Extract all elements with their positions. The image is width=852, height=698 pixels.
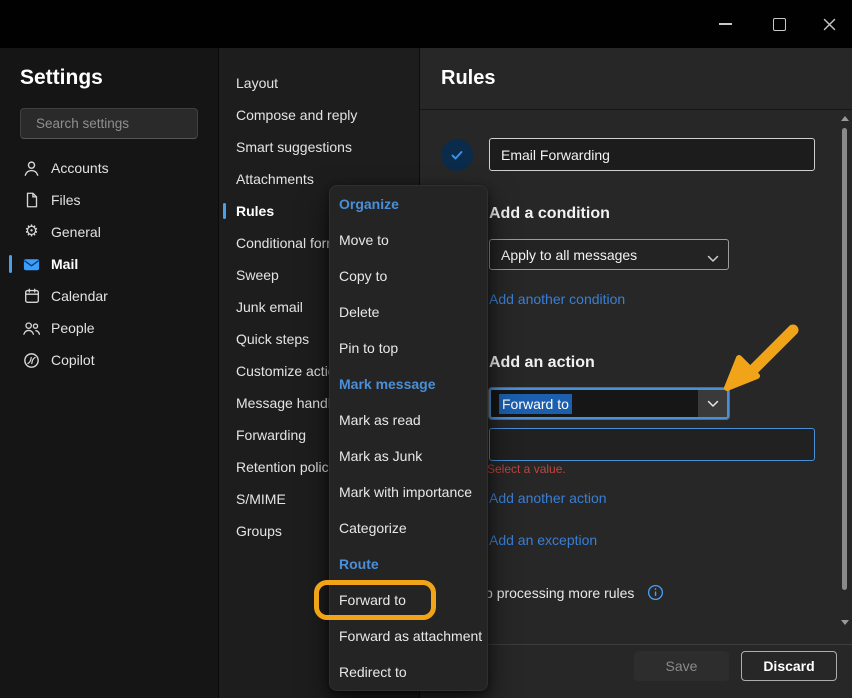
add-another-condition-link[interactable]: Add another condition: [489, 291, 625, 307]
validation-error: Select a value.: [487, 462, 566, 476]
check-icon: [449, 147, 465, 163]
close-icon: [823, 18, 836, 31]
chevron-down-icon: [707, 400, 719, 408]
minimize-button[interactable]: [702, 0, 748, 48]
menu-item-mark-as-junk[interactable]: Mark as Junk: [330, 438, 487, 474]
action-select[interactable]: Forward to: [489, 388, 729, 419]
menu-item-mark-as-read[interactable]: Mark as read: [330, 402, 487, 438]
sidebar-nav: Accounts Files ⚙ General Mail: [0, 152, 218, 376]
nav-item-layout[interactable]: Layout: [219, 67, 420, 99]
menu-group-header-route: Route: [330, 546, 487, 582]
rule-name-input[interactable]: [489, 138, 815, 171]
menu-item-categorize[interactable]: Categorize: [330, 510, 487, 546]
sidebar-item-label: Copilot: [51, 352, 95, 368]
scrollbar-thumb[interactable]: [842, 128, 847, 590]
sidebar-item-mail[interactable]: Mail: [0, 248, 218, 280]
sidebar-item-label: Accounts: [51, 160, 109, 176]
maximize-icon: [773, 18, 786, 31]
add-an-exception-link[interactable]: Add an exception: [489, 532, 597, 548]
mail-icon: [22, 255, 41, 274]
titlebar: [0, 0, 852, 48]
menu-item-redirect-to[interactable]: Redirect to: [330, 654, 487, 690]
search-input[interactable]: [36, 116, 213, 131]
sidebar-item-label: General: [51, 224, 101, 240]
sidebar-item-general[interactable]: ⚙ General: [0, 216, 218, 248]
calendar-icon: [22, 287, 41, 306]
sidebar-item-label: Calendar: [51, 288, 108, 304]
menu-item-delete[interactable]: Delete: [330, 294, 487, 330]
sidebar-item-label: People: [51, 320, 95, 336]
maximize-button[interactable]: [756, 0, 802, 48]
sidebar-item-calendar[interactable]: Calendar: [0, 280, 218, 312]
gear-icon: ⚙: [22, 223, 41, 242]
save-button[interactable]: Save: [634, 651, 729, 681]
rules-panel-header: Rules: [420, 48, 852, 110]
chevron-down-icon: [707, 250, 719, 266]
menu-item-mark-with-importance[interactable]: Mark with importance: [330, 474, 487, 510]
sidebar-item-label: Mail: [51, 256, 78, 272]
sidebar-item-accounts[interactable]: Accounts: [0, 152, 218, 184]
stop-processing-label: Stop processing more rules: [464, 585, 634, 601]
action-value-input[interactable]: [489, 428, 815, 461]
file-icon: [22, 191, 41, 210]
nav-item-smart-suggestions[interactable]: Smart suggestions: [219, 131, 420, 163]
sidebar-item-copilot[interactable]: Copilot: [0, 344, 218, 376]
scrollbar-up-arrow[interactable]: [841, 116, 849, 121]
page-title: Settings: [20, 66, 103, 90]
panel-title: Rules: [441, 67, 495, 90]
menu-group-header-mark-message: Mark message: [330, 366, 487, 402]
info-icon[interactable]: [647, 584, 664, 601]
menu-item-forward-as-attachment[interactable]: Forward as attachment: [330, 618, 487, 654]
menu-item-copy-to[interactable]: Copy to: [330, 258, 487, 294]
scrollbar-down-arrow[interactable]: [841, 620, 849, 625]
action-heading: Add an action: [489, 354, 595, 372]
sidebar: Settings Accounts Files ⚙: [0, 48, 218, 698]
menu-group-header-organize: Organize: [330, 186, 487, 222]
menu-item-forward-to[interactable]: Forward to: [330, 582, 487, 618]
menu-item-move-to[interactable]: Move to: [330, 222, 487, 258]
person-icon: [22, 159, 41, 178]
action-select-chevron-button[interactable]: [698, 390, 727, 417]
menu-item-pin-to-top[interactable]: Pin to top: [330, 330, 487, 366]
minimize-icon: [719, 23, 732, 25]
sidebar-item-label: Files: [51, 192, 81, 208]
sidebar-item-files[interactable]: Files: [0, 184, 218, 216]
action-select-value: Forward to: [499, 394, 572, 414]
stop-processing-row: Stop processing more rules: [464, 584, 664, 601]
rule-enabled-toggle[interactable]: [441, 139, 473, 171]
nav-item-compose-and-reply[interactable]: Compose and reply: [219, 99, 420, 131]
action-dropdown-menu: Organize Move to Copy to Delete Pin to t…: [329, 185, 488, 691]
discard-button[interactable]: Discard: [741, 651, 837, 681]
copilot-icon: [22, 351, 41, 370]
search-box[interactable]: [20, 108, 198, 139]
close-button[interactable]: [806, 0, 852, 48]
add-another-action-link[interactable]: Add another action: [489, 490, 607, 506]
sidebar-item-people[interactable]: People: [0, 312, 218, 344]
settings-window: Settings Accounts Files ⚙: [0, 0, 852, 698]
condition-select[interactable]: Apply to all messages: [489, 239, 729, 270]
people-icon: [22, 319, 41, 338]
condition-heading: Add a condition: [489, 205, 610, 223]
